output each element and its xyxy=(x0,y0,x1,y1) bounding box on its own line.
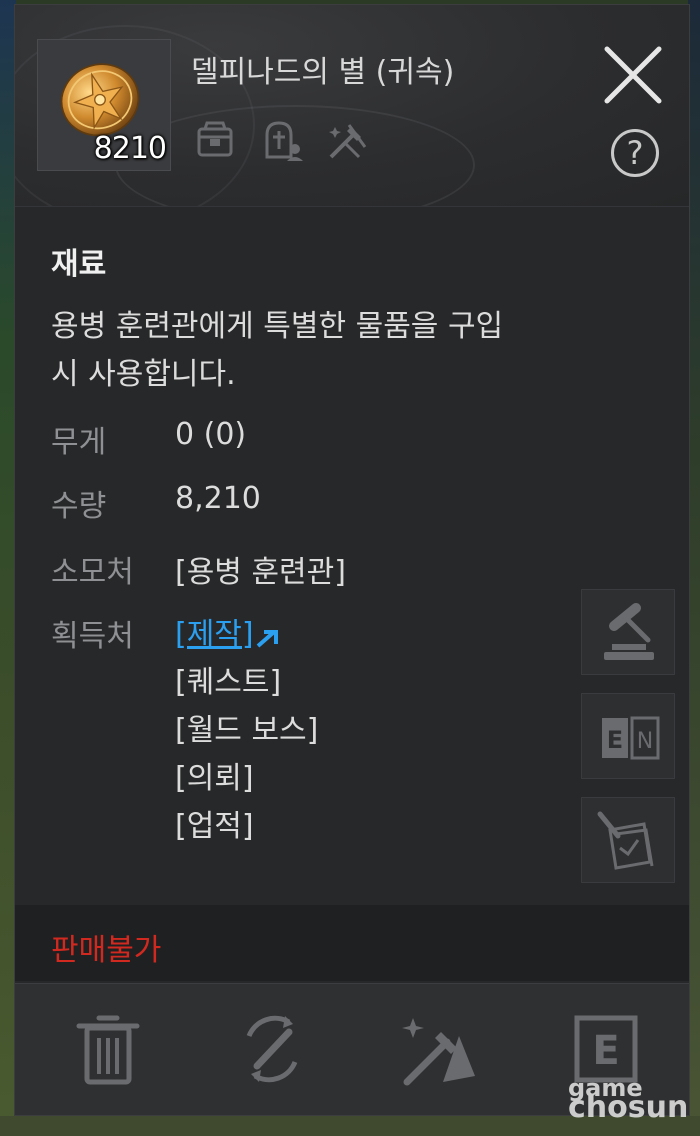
craft-icon xyxy=(402,1018,475,1086)
item-property-icons xyxy=(193,119,369,163)
storage-icon xyxy=(197,121,233,157)
item-stack-count: 8210 xyxy=(93,131,167,166)
item-tooltip-panel: 8210 델피나드의 별 (귀속) ? 재료 용병 훈련관에게 특별한 물품을 … xyxy=(14,4,690,1116)
quest-log-icon xyxy=(597,811,654,870)
source-item: [의뢰] xyxy=(175,761,254,796)
source-label: 획득처 xyxy=(51,619,134,654)
encyclopedia-icon: E N xyxy=(602,716,660,760)
auction-icon xyxy=(604,603,654,660)
help-button[interactable]: ? xyxy=(611,129,659,177)
sell-status-text: 판매불가 xyxy=(51,933,162,968)
source-item: [퀘스트] xyxy=(175,665,282,700)
description-line: 용병 훈련관에게 특별한 물품을 구입 xyxy=(51,309,504,344)
craft-button[interactable] xyxy=(397,1006,483,1092)
item-description: 용병 훈련관에게 특별한 물품을 구입 시 사용합니다. xyxy=(51,303,611,399)
watermark-logo: game chosun xyxy=(568,1076,689,1125)
weight-label: 무게 xyxy=(51,425,107,460)
source-link[interactable]: [제작] xyxy=(175,617,254,652)
delete-button[interactable] xyxy=(65,1006,151,1092)
source-list: [제작] [퀘스트] [월드 보스] [의뢰] [업적] xyxy=(175,611,318,851)
weight-value: 0 (0) xyxy=(175,417,247,452)
external-link-icon[interactable] xyxy=(254,624,282,648)
star-coin-icon xyxy=(60,63,140,137)
description-line: 시 사용합니다. xyxy=(51,357,236,392)
quantity-value: 8,210 xyxy=(175,481,261,516)
source-item: [월드 보스] xyxy=(175,713,319,748)
dismantle-icon xyxy=(246,1015,298,1083)
dismantle-button[interactable] xyxy=(229,1006,315,1092)
encyclopedia-letter-e: E xyxy=(607,726,623,754)
crafting-icon xyxy=(329,124,367,159)
auction-button[interactable] xyxy=(581,589,675,675)
sell-status-bar: 판매불가 xyxy=(15,905,689,981)
quest-log-button[interactable] xyxy=(581,797,675,883)
item-icon-slot: 8210 xyxy=(37,39,171,171)
equip-letter: E xyxy=(592,1028,619,1074)
consume-label: 소모처 xyxy=(51,555,134,590)
close-button[interactable] xyxy=(601,43,665,107)
item-category: 재료 xyxy=(51,247,107,282)
encyclopedia-letter-n: N xyxy=(637,729,653,754)
grave-icon xyxy=(265,121,303,161)
source-item: [업적] xyxy=(175,809,254,844)
trash-icon xyxy=(76,1015,140,1085)
quantity-label: 수량 xyxy=(51,489,107,524)
encyclopedia-button[interactable]: E N xyxy=(581,693,675,779)
item-name: 델피나드의 별 (귀속) xyxy=(191,55,455,90)
consume-value: [용병 훈련관] xyxy=(175,555,346,590)
source-item-craft[interactable]: [제작] xyxy=(175,611,318,659)
watermark-line: chosun xyxy=(568,1090,689,1125)
tooltip-header: 8210 델피나드의 별 (귀속) ? xyxy=(15,5,689,207)
